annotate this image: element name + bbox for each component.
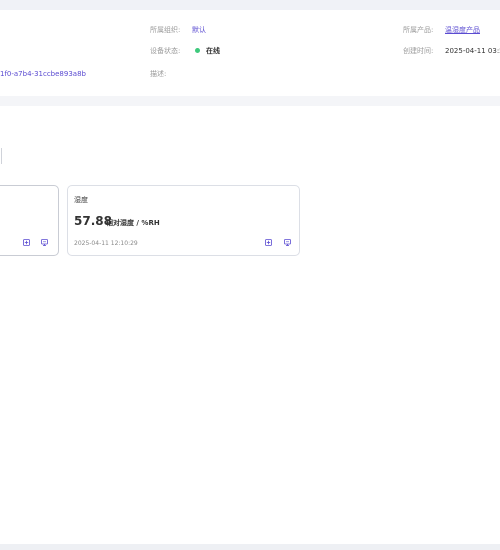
tab-edge[interactable] [0,148,2,164]
plus-square-icon[interactable] [23,239,30,246]
product-link[interactable]: 温湿度产品 [445,25,480,35]
org-label: 所属组织: [150,26,181,34]
status-value: 在线 [206,47,220,55]
org-value: 默认 [192,26,206,34]
monitor-chart-icon[interactable] [284,239,291,246]
created-time-value: 2025-04-11 03:59 [445,47,500,55]
bottom-strip [0,544,500,550]
card-timestamp: 2025-04-11 12:10:29 [74,240,138,247]
created-time-label: 创建时间: [403,47,434,55]
device-id-value: 1f0-a7b4-31ccbe893a8b [0,70,86,78]
description-label: 描述: [150,70,167,78]
top-strip [0,0,500,10]
status-label: 设备状态: [150,47,181,55]
plus-square-icon[interactable] [265,239,272,246]
card-property-name: 湿度 [74,196,88,204]
card-property-unit: 相对湿度 / %RH [106,219,160,227]
monitor-chart-icon[interactable] [41,239,48,246]
section-gap [0,96,500,106]
properties-panel [0,106,500,544]
online-status-dot [195,48,200,53]
product-label: 所属产品: [403,26,434,34]
